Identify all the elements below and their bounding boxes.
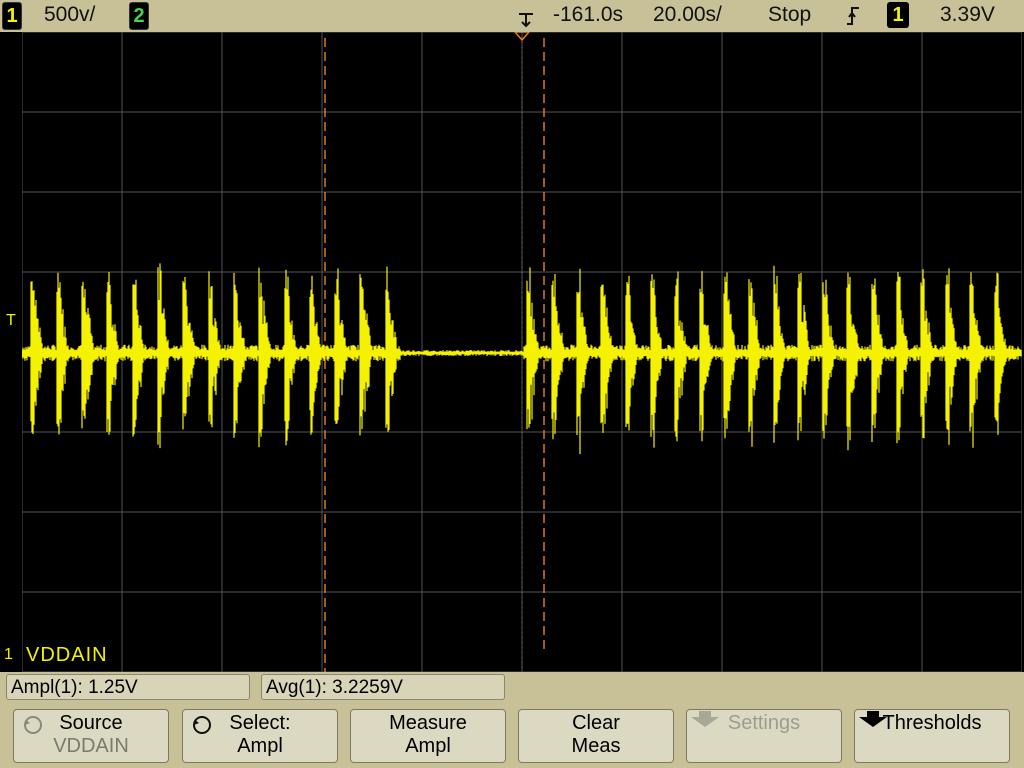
channel1-scale: 500v/: [44, 3, 96, 26]
select-softkey[interactable]: Select: Ampl: [182, 709, 338, 763]
trace-label: VDDAIN: [26, 644, 108, 666]
timebase-scale: 20.00s/: [653, 3, 722, 26]
measurement-ampl: Ampl(1): 1.25V: [6, 674, 250, 700]
source-softkey[interactable]: Source VDDAIN: [13, 709, 169, 763]
measure-softkey-label: Measure: [389, 712, 467, 734]
measure-softkey-value: Ampl: [405, 735, 451, 757]
select-softkey-value: Ampl: [237, 735, 283, 757]
waveform-display[interactable]: [22, 32, 1022, 672]
ground-marker: 1: [4, 646, 13, 663]
run-state: Stop: [768, 3, 812, 26]
trigger-level: 3.39V: [940, 3, 995, 26]
clear-meas-softkey[interactable]: Clear Meas: [518, 709, 674, 763]
source-softkey-value: VDDAIN: [53, 735, 129, 757]
clear-meas-softkey-value: Meas: [571, 735, 621, 757]
trigger-level-marker: T: [6, 312, 16, 329]
measure-softkey[interactable]: Measure Ampl: [350, 709, 506, 763]
status-bar: 1 500v/ 2 -161.0s 20.00s/ Stop 1 3.39V: [0, 0, 1024, 32]
channel1-indicator[interactable]: 1: [2, 2, 22, 30]
waveform-svg: [22, 32, 1022, 672]
trigger-offset: -161.0s: [553, 3, 624, 26]
clear-meas-softkey-label: Clear: [572, 712, 620, 734]
settings-softkey[interactable]: Settings: [686, 709, 842, 763]
measurement-avg: Avg(1): 3.2259V: [261, 674, 505, 700]
channel2-indicator[interactable]: 2: [129, 2, 149, 30]
rotary-knob-icon: [22, 714, 44, 736]
thresholds-softkey[interactable]: Thresholds: [854, 709, 1010, 763]
rotary-knob-icon: [191, 714, 213, 736]
left-marker-strip: [0, 32, 22, 672]
trigger-source[interactable]: 1: [887, 2, 909, 28]
